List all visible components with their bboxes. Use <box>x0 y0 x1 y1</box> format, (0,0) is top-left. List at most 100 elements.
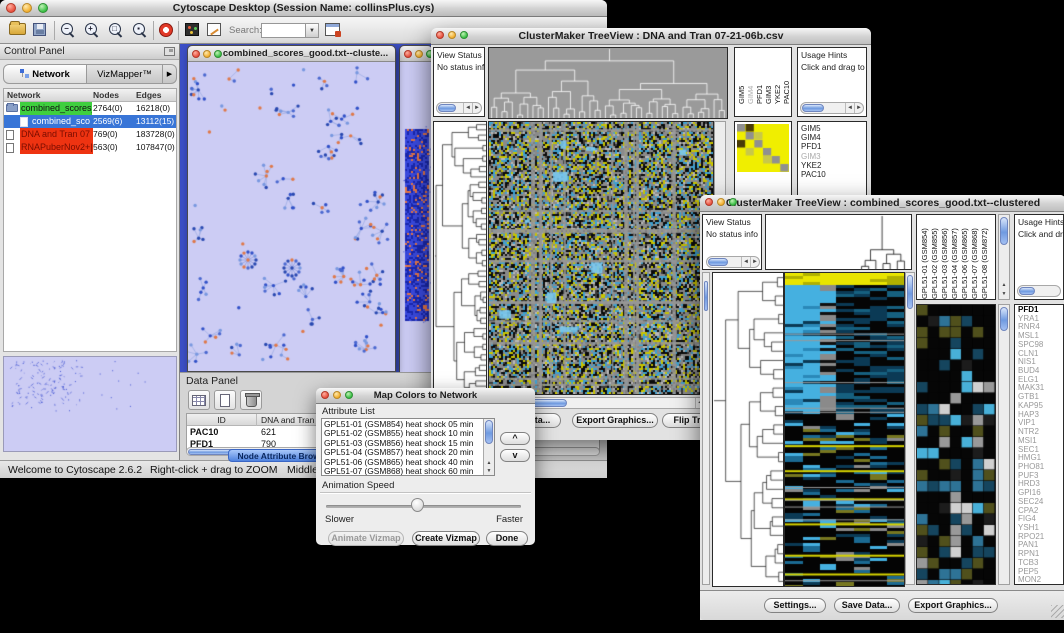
zoom-button[interactable] <box>38 3 48 13</box>
zoom-button[interactable] <box>460 31 468 39</box>
close-button[interactable] <box>321 391 329 399</box>
tv2-column-dendrogram[interactable] <box>766 215 911 269</box>
move-down-button[interactable]: v <box>500 449 530 462</box>
scroll-up-arrow[interactable]: ▲ <box>484 460 494 466</box>
annotation-icon[interactable] <box>207 23 221 36</box>
scrollbar-thumb[interactable] <box>802 104 824 112</box>
zoom-selected-icon[interactable]: ▪ <box>133 23 148 38</box>
close-button[interactable] <box>6 3 16 13</box>
network-row[interactable]: RNAPuberNov2+|563(0)107847(0) <box>4 141 176 154</box>
tv2-dendrogram-vscrollbar[interactable] <box>702 272 710 585</box>
close-button[interactable] <box>705 198 713 206</box>
tv2-save-data-button[interactable]: Save Data... <box>834 598 900 613</box>
attribute-select-button[interactable] <box>188 390 210 410</box>
zoom-button[interactable] <box>729 198 737 206</box>
tv1-usage-hscrollbar[interactable]: ◄ ► <box>800 102 864 114</box>
scrollbar-thumb[interactable] <box>485 420 493 444</box>
scroll-left-arrow[interactable]: ◄ <box>845 103 854 113</box>
treeview1-titlebar[interactable]: ClusterMaker TreeView : DNA and Tran 07-… <box>431 28 871 45</box>
gene-label[interactable]: MON2 <box>1018 576 1063 585</box>
scroll-right-arrow[interactable]: ► <box>854 103 863 113</box>
new-attribute-button[interactable] <box>214 390 236 410</box>
network-view2-titlebar[interactable] <box>400 46 432 62</box>
close-button[interactable] <box>404 50 412 58</box>
tv1-export-graphics-button[interactable]: Export Graphics... <box>572 413 658 428</box>
tv2-status-hscrollbar[interactable]: ◄ ► <box>706 256 760 268</box>
tab-overflow-arrow[interactable]: ▶ <box>163 64 177 84</box>
done-button[interactable]: Done <box>486 531 528 546</box>
slider-thumb[interactable] <box>411 498 424 512</box>
scrollbar-thumb[interactable] <box>438 104 456 112</box>
tv2-settings-button[interactable]: Settings... <box>764 598 826 613</box>
help-lifesaver-icon[interactable] <box>159 23 173 37</box>
network-birdseye-view[interactable] <box>3 356 177 452</box>
scroll-down-arrow[interactable]: ▼ <box>484 468 494 474</box>
scroll-left-arrow[interactable]: ◄ <box>463 103 472 113</box>
scroll-up-arrow[interactable]: ▲ <box>999 282 1009 288</box>
tv2-zoom-vscrollbar[interactable] <box>998 304 1010 585</box>
scrollbar-thumb[interactable] <box>1019 287 1035 295</box>
network-table-header[interactable]: Network Nodes Edges <box>4 89 176 102</box>
tv2-heatmap[interactable] <box>784 272 905 587</box>
animate-vizmap-button[interactable]: Animate Vizmap <box>328 531 404 546</box>
search-dropdown-button[interactable]: ▼ <box>306 23 319 38</box>
tv1-column-dendrogram[interactable] <box>488 47 728 119</box>
close-button[interactable] <box>436 31 444 39</box>
move-up-button[interactable]: ^ <box>500 432 530 445</box>
network-view2-canvas[interactable] <box>400 62 432 377</box>
tv2-heatmap-vscrollbar[interactable] <box>905 272 915 585</box>
tab-network[interactable]: Network <box>3 64 87 84</box>
scroll-down-arrow[interactable]: ▼ <box>999 291 1009 297</box>
resize-grip[interactable] <box>1051 605 1064 618</box>
minimize-button[interactable] <box>415 50 423 58</box>
zoom-fit-icon[interactable]: □ <box>109 23 124 38</box>
create-vizmap-button[interactable]: Create Vizmap <box>412 531 480 546</box>
scroll-left-arrow[interactable]: ◄ <box>741 257 750 267</box>
map-dialog-titlebar[interactable]: Map Colors to Network <box>316 388 535 404</box>
float-panel-icon[interactable] <box>164 47 175 56</box>
treeview2-titlebar[interactable]: ClusterMaker TreeView : combined_scores_… <box>700 195 1064 212</box>
minimize-button[interactable] <box>717 198 725 206</box>
gene-list[interactable]: PFD1YRA1RNR4MSL1SPC98CLN1NIS1BUD4ELG1MAK… <box>1018 306 1063 585</box>
network-row[interactable]: combined_scores_2764(0)16218(0) <box>4 102 176 115</box>
scrollbar-thumb[interactable] <box>1000 217 1008 245</box>
tv1-heatmap[interactable] <box>488 121 714 395</box>
zoom-button[interactable] <box>345 391 353 399</box>
tv1-zoom-heatmap[interactable] <box>737 124 789 172</box>
import-table-icon[interactable] <box>325 23 340 36</box>
save-session-icon[interactable] <box>33 23 46 36</box>
network-overview-icon[interactable] <box>185 23 199 36</box>
tv2-export-graphics-button[interactable]: Export Graphics... <box>908 598 998 613</box>
network-row[interactable]: DNA and Tran 07769(0)183728(0) <box>4 128 176 141</box>
main-titlebar[interactable]: Cytoscape Desktop (Session Name: collins… <box>0 0 607 17</box>
tv2-row-dendrogram[interactable] <box>712 272 784 587</box>
open-session-icon[interactable] <box>9 23 26 35</box>
tv2-labels-vscrollbar[interactable]: ▲ ▼ <box>998 214 1010 300</box>
scrollbar-thumb[interactable] <box>907 275 913 309</box>
zoom-in-icon[interactable]: + <box>85 23 100 38</box>
search-input[interactable] <box>261 23 306 38</box>
scroll-right-arrow[interactable]: ► <box>472 103 481 113</box>
network-row[interactable]: combined_sco2569(6)13112(15) <box>4 115 176 128</box>
window-controls[interactable] <box>6 3 48 13</box>
tv1-row-dendrogram[interactable] <box>433 121 487 395</box>
tab-vizmapper[interactable]: VizMapper™ <box>87 64 163 84</box>
zoom-button[interactable] <box>214 50 222 58</box>
scrollbar-thumb[interactable] <box>708 258 728 266</box>
minimize-button[interactable] <box>203 50 211 58</box>
attribute-list-vscrollbar[interactable]: ▲ ▼ <box>483 419 494 475</box>
tv2-usage-hscrollbar[interactable] <box>1017 285 1061 297</box>
close-button[interactable] <box>192 50 200 58</box>
attribute-list[interactable]: GPL51-01 (GSM854) heat shock 05 minGPL51… <box>321 418 495 476</box>
scrollbar-thumb[interactable] <box>704 281 708 311</box>
network-view-titlebar[interactable]: combined_scores_good.txt--cluste... <box>188 46 395 62</box>
birdseye-canvas[interactable] <box>4 357 176 451</box>
tv1-status-hscrollbar[interactable]: ◄ ► <box>436 102 482 114</box>
zoom-out-icon[interactable]: − <box>61 23 76 38</box>
minimize-button[interactable] <box>448 31 456 39</box>
network-graph-canvas[interactable] <box>188 62 395 371</box>
minimize-button[interactable] <box>22 3 32 13</box>
delete-attribute-button[interactable] <box>240 390 262 410</box>
tv2-zoom-heatmap[interactable] <box>917 305 995 584</box>
scrollbar-thumb[interactable] <box>1000 307 1008 331</box>
